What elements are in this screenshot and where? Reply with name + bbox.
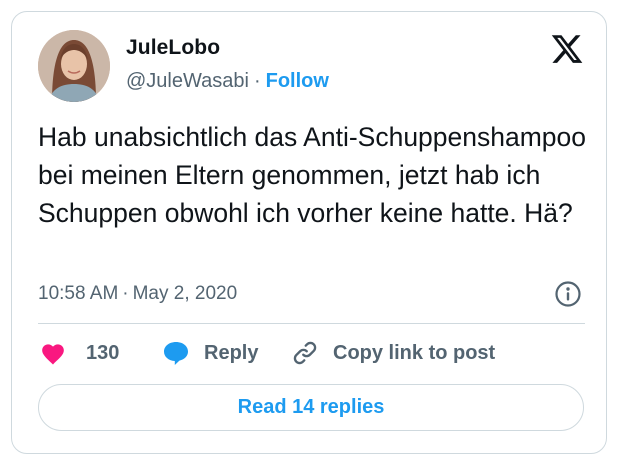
reply-button[interactable]: Reply — [162, 336, 258, 370]
handle-separator: · — [253, 70, 261, 92]
author-handle-row: @JuleWasabi · Follow — [126, 70, 329, 93]
x-logo-icon[interactable] — [549, 32, 585, 66]
author-display-name[interactable]: JuleLobo — [126, 36, 220, 60]
meta-separator: · — [122, 283, 129, 304]
action-bar: 130 Reply Copy link to post — [38, 336, 598, 370]
like-button[interactable]: 130 — [40, 336, 119, 370]
reply-label: Reply — [204, 341, 259, 364]
heart-icon — [42, 344, 64, 365]
like-count: 130 — [86, 341, 120, 364]
speech-bubble-icon — [164, 342, 188, 365]
info-icon[interactable] — [554, 280, 582, 308]
copy-link-label: Copy link to post — [333, 341, 496, 364]
tweet-timestamp[interactable]: 10:58 AM · May 2, 2020 — [38, 283, 237, 305]
tweet-card: JuleLobo @JuleWasabi · Follow Hab unabsich… — [11, 11, 607, 454]
copy-link-button[interactable]: Copy link to post — [291, 336, 495, 370]
tweet-date: May 2, 2020 — [132, 283, 238, 304]
link-icon — [293, 341, 317, 365]
tweet-time: 10:58 AM — [38, 283, 119, 304]
read-replies-button[interactable]: Read 14 replies — [38, 384, 584, 431]
read-replies-label: Read 14 replies — [237, 396, 385, 418]
author-avatar[interactable] — [38, 30, 110, 102]
tweet-text: Hab unabsichtlich das Anti-Schuppenshamp… — [38, 122, 587, 228]
author-handle[interactable]: @JuleWasabi — [126, 70, 249, 92]
divider — [38, 323, 585, 324]
follow-button[interactable]: Follow — [266, 70, 329, 92]
